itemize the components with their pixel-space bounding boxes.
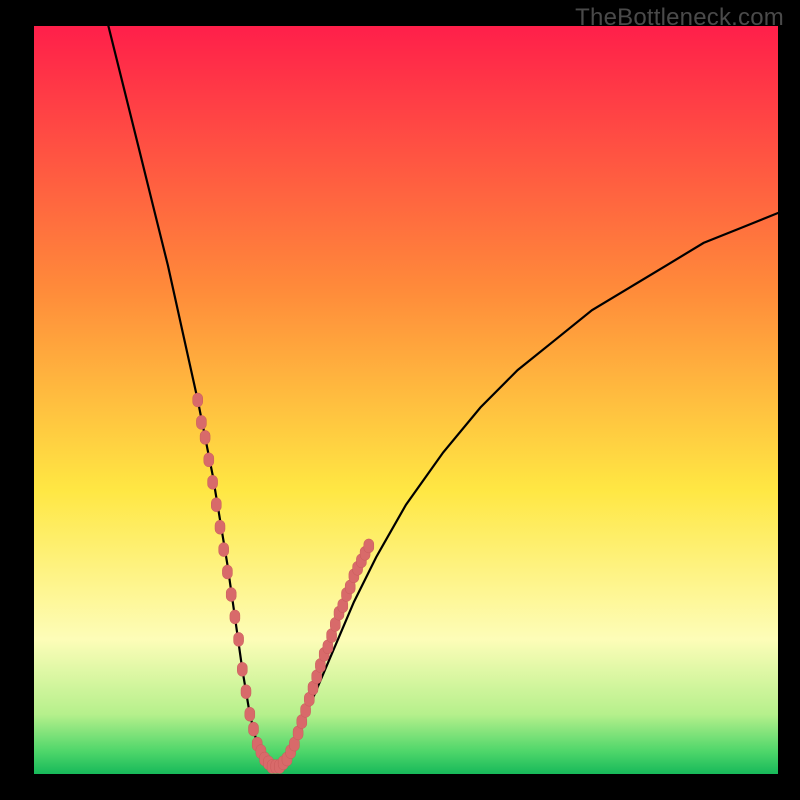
watermark-text: TheBottleneck.com <box>575 4 784 32</box>
data-point <box>208 475 218 489</box>
data-point <box>249 722 259 736</box>
data-point <box>222 565 232 579</box>
data-point <box>204 453 214 467</box>
data-point <box>241 685 251 699</box>
data-point <box>215 520 225 534</box>
chart-svg <box>34 26 778 774</box>
data-point <box>226 588 236 602</box>
data-point <box>245 707 255 721</box>
gradient-background <box>34 26 778 774</box>
data-point <box>234 632 244 646</box>
data-point <box>364 539 374 553</box>
data-point <box>200 430 210 444</box>
data-point <box>193 393 203 407</box>
data-point <box>230 610 240 624</box>
outer-frame: TheBottleneck.com <box>0 0 800 800</box>
data-point <box>237 662 247 676</box>
data-point <box>211 498 221 512</box>
data-point <box>219 543 229 557</box>
chart-plot-area <box>34 26 778 774</box>
data-point <box>196 415 206 429</box>
